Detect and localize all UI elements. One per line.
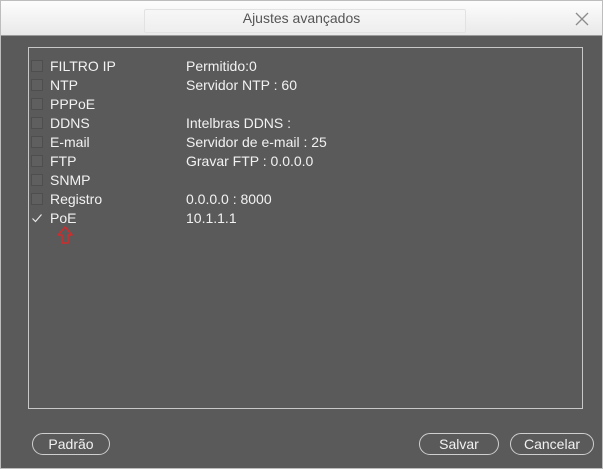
service-value: Intelbras DDNS : <box>186 115 292 131</box>
red-up-arrow-icon <box>57 226 73 244</box>
close-icon[interactable] <box>574 11 590 27</box>
service-name: PoE <box>50 210 77 226</box>
checkbox-ftp[interactable] <box>31 155 43 167</box>
list-item-poe[interactable]: PoE 10.1.1.1 <box>29 210 582 228</box>
service-value: 0.0.0.0 : 8000 <box>186 191 272 207</box>
service-name: PPPoE <box>50 96 96 112</box>
service-name: SNMP <box>50 172 91 188</box>
service-name: E-mail <box>50 134 90 150</box>
list-item-ddns[interactable]: DDNS Intelbras DDNS : <box>29 115 582 133</box>
service-value: Servidor de e-mail : 25 <box>186 134 327 150</box>
services-list: FILTRO IP Permitido:0 NTP Servidor NTP :… <box>28 47 583 409</box>
list-item-registro[interactable]: Registro 0.0.0.0 : 8000 <box>29 191 582 209</box>
service-value: Servidor NTP : 60 <box>186 77 298 93</box>
checkbox-ntp[interactable] <box>31 79 43 91</box>
list-item-pppoe[interactable]: PPPoE <box>29 96 582 114</box>
list-item-ftp[interactable]: FTP Gravar FTP : 0.0.0.0 <box>29 153 582 171</box>
advanced-settings-window: Ajustes avançados FILTRO IP Permitido:0 … <box>0 0 603 469</box>
checkbox-poe[interactable] <box>31 212 43 224</box>
list-item-filtro-ip[interactable]: FILTRO IP Permitido:0 <box>29 58 582 76</box>
title-bar: Ajustes avançados <box>1 1 602 36</box>
service-name: DDNS <box>50 115 90 131</box>
service-value: Permitido:0 <box>186 58 257 74</box>
checkbox-snmp[interactable] <box>31 174 43 186</box>
save-button[interactable]: Salvar <box>419 433 499 455</box>
default-button[interactable]: Padrão <box>32 433 110 455</box>
checkbox-ddns[interactable] <box>31 117 43 129</box>
checkbox-pppoe[interactable] <box>31 98 43 110</box>
checkbox-registro[interactable] <box>31 193 43 205</box>
service-value: Gravar FTP : 0.0.0.0 <box>186 153 314 169</box>
checkbox-email[interactable] <box>31 136 43 148</box>
list-item-ntp[interactable]: NTP Servidor NTP : 60 <box>29 77 582 95</box>
service-name: FILTRO IP <box>50 58 116 74</box>
list-item-snmp[interactable]: SNMP <box>29 172 582 190</box>
checkmark-icon <box>32 214 42 223</box>
service-value: 10.1.1.1 <box>186 210 237 226</box>
cancel-button[interactable]: Cancelar <box>510 433 594 455</box>
service-name: Registro <box>50 191 103 207</box>
window-title: Ajustes avançados <box>242 10 361 26</box>
list-item-email[interactable]: E-mail Servidor de e-mail : 25 <box>29 134 582 152</box>
service-name: NTP <box>50 77 78 93</box>
service-name: FTP <box>50 153 77 169</box>
checkbox-filtro-ip[interactable] <box>31 60 43 72</box>
